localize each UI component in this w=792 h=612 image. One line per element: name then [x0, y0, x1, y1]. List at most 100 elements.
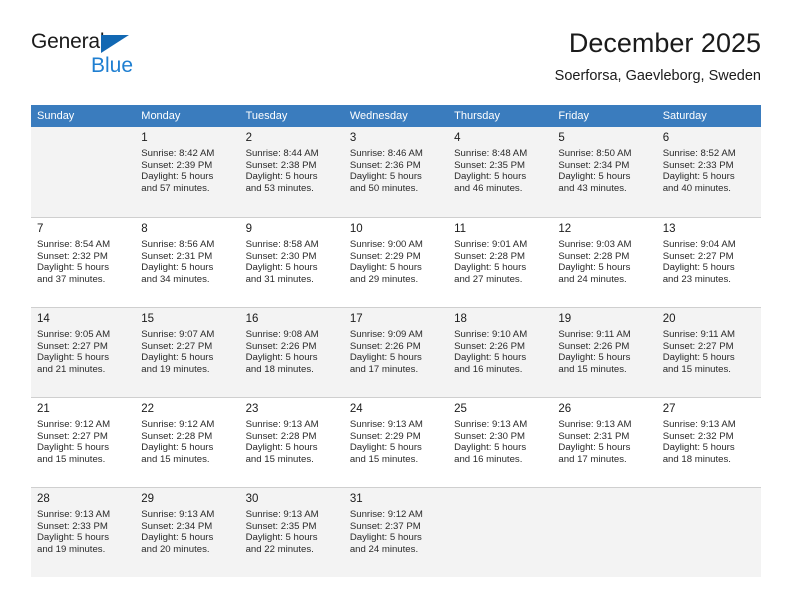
- calendar-day-cell[interactable]: 2 Sunrise: 8:44 AM Sunset: 2:38 PM Daylig…: [239, 127, 344, 217]
- calendar-day-cell[interactable]: 3 Sunrise: 8:46 AM Sunset: 2:36 PM Daylig…: [343, 127, 449, 217]
- day-sun-info: Sunrise: 9:03 AM Sunset: 2:28 PM Dayligh…: [558, 239, 632, 285]
- day-sun-info: Sunrise: 9:12 AM Sunset: 2:37 PM Dayligh…: [349, 509, 423, 555]
- day-cell-content: 24 Sunrise: 9:13 AM Sunset: 2:29 PM Dayli…: [343, 397, 449, 487]
- day-cell-content: 14 Sunrise: 9:05 AM Sunset: 2:27 PM Dayli…: [31, 307, 136, 397]
- calendar-day-cell[interactable]: 28 Sunrise: 9:13 AM Sunset: 2:33 PM Dayli…: [31, 487, 136, 577]
- calendar-day-cell[interactable]: 18 Sunrise: 9:10 AM Sunset: 2:26 PM Dayli…: [448, 307, 553, 397]
- calendar-day-cell[interactable]: 17 Sunrise: 9:09 AM Sunset: 2:26 PM Dayli…: [343, 307, 449, 397]
- day-sun-info: Sunrise: 9:12 AM Sunset: 2:28 PM Dayligh…: [141, 419, 215, 465]
- calendar-header-row: Sunday Monday Tuesday Wednesday Thursday…: [31, 105, 761, 127]
- calendar-day-cell[interactable]: 11 Sunrise: 9:01 AM Sunset: 2:28 PM Dayli…: [448, 217, 553, 307]
- calendar-day-cell[interactable]: 30 Sunrise: 9:13 AM Sunset: 2:35 PM Dayli…: [239, 487, 344, 577]
- calendar-day-cell[interactable]: 8 Sunrise: 8:56 AM Sunset: 2:31 PM Daylig…: [135, 217, 240, 307]
- logo-text-general: General: [31, 30, 105, 53]
- calendar-day-cell[interactable]: 26 Sunrise: 9:13 AM Sunset: 2:31 PM Dayli…: [552, 397, 657, 487]
- day-cell-content: 12 Sunrise: 9:03 AM Sunset: 2:28 PM Dayli…: [552, 217, 657, 307]
- day-sun-info: Sunrise: 9:13 AM Sunset: 2:31 PM Dayligh…: [558, 419, 632, 465]
- day-cell-content: 28 Sunrise: 9:13 AM Sunset: 2:33 PM Dayli…: [31, 487, 136, 577]
- calendar-day-cell[interactable]: 14 Sunrise: 9:05 AM Sunset: 2:27 PM Dayli…: [31, 307, 136, 397]
- weekday-header-tuesday: Tuesday: [239, 105, 344, 127]
- calendar-page: General Blue December 2025 Soerforsa, Ga…: [0, 0, 792, 612]
- day-number: 20: [662, 313, 676, 325]
- weekday-header-sunday: Sunday: [31, 105, 136, 127]
- calendar-day-cell[interactable]: 22 Sunrise: 9:12 AM Sunset: 2:28 PM Dayli…: [135, 397, 240, 487]
- day-sun-info: Sunrise: 9:13 AM Sunset: 2:28 PM Dayligh…: [245, 419, 319, 465]
- day-cell-content: 25 Sunrise: 9:13 AM Sunset: 2:30 PM Dayli…: [448, 397, 553, 487]
- calendar-day-cell[interactable]: 24 Sunrise: 9:13 AM Sunset: 2:29 PM Dayli…: [343, 397, 449, 487]
- day-sun-info: Sunrise: 9:00 AM Sunset: 2:29 PM Dayligh…: [349, 239, 423, 285]
- calendar-day-cell[interactable]: 31 Sunrise: 9:12 AM Sunset: 2:37 PM Dayli…: [343, 487, 449, 577]
- page-header: General Blue December 2025 Soerforsa, Ga…: [31, 26, 761, 98]
- day-number: 7: [37, 223, 44, 235]
- day-cell-content: [31, 127, 135, 217]
- weekday-header-thursday: Thursday: [448, 105, 553, 127]
- calendar-day-cell[interactable]: 12 Sunrise: 9:03 AM Sunset: 2:28 PM Dayli…: [552, 217, 657, 307]
- calendar-day-cell[interactable]: 16 Sunrise: 9:08 AM Sunset: 2:26 PM Dayli…: [239, 307, 344, 397]
- calendar-day-cell[interactable]: 20 Sunrise: 9:11 AM Sunset: 2:27 PM Dayli…: [656, 307, 761, 397]
- day-cell-content: 5 Sunrise: 8:50 AM Sunset: 2:34 PM Daylig…: [552, 127, 656, 217]
- day-cell-content: 22 Sunrise: 9:12 AM Sunset: 2:28 PM Dayli…: [135, 397, 240, 487]
- calendar-day-cell[interactable]: 29 Sunrise: 9:13 AM Sunset: 2:34 PM Dayli…: [135, 487, 240, 577]
- day-cell-content: 15 Sunrise: 9:07 AM Sunset: 2:27 PM Dayli…: [135, 307, 240, 397]
- calendar-day-cell[interactable]: 23 Sunrise: 9:13 AM Sunset: 2:28 PM Dayli…: [239, 397, 344, 487]
- calendar-day-cell[interactable]: 6 Sunrise: 8:52 AM Sunset: 2:33 PM Daylig…: [656, 127, 761, 217]
- generalblue-logo[interactable]: General Blue: [31, 30, 231, 86]
- calendar-day-cell[interactable]: 7 Sunrise: 8:54 AM Sunset: 2:32 PM Daylig…: [31, 217, 136, 307]
- day-cell-content: 8 Sunrise: 8:56 AM Sunset: 2:31 PM Daylig…: [135, 217, 240, 307]
- day-number: 19: [558, 313, 572, 325]
- day-number: 14: [37, 313, 50, 325]
- calendar-day-cell[interactable]: 4 Sunrise: 8:48 AM Sunset: 2:35 PM Daylig…: [448, 127, 553, 217]
- calendar-day-cell[interactable]: 5 Sunrise: 8:50 AM Sunset: 2:34 PM Daylig…: [552, 127, 657, 217]
- day-cell-content: 18 Sunrise: 9:10 AM Sunset: 2:26 PM Dayli…: [448, 307, 553, 397]
- day-number: 6: [662, 132, 670, 144]
- calendar-day-cell[interactable]: 21 Sunrise: 9:12 AM Sunset: 2:27 PM Dayli…: [31, 397, 136, 487]
- day-cell-content: 10 Sunrise: 9:00 AM Sunset: 2:29 PM Dayli…: [343, 217, 449, 307]
- weekday-header-friday: Friday: [552, 105, 657, 127]
- day-cell-content: 1 Sunrise: 8:42 AM Sunset: 2:39 PM Daylig…: [135, 127, 239, 217]
- day-number: 3: [349, 132, 357, 144]
- calendar-week-row: 1 Sunrise: 8:42 AM Sunset: 2:39 PM Daylig…: [31, 127, 761, 217]
- day-number: 24: [349, 403, 363, 415]
- day-number: 31: [349, 493, 363, 505]
- day-cell-content: 4 Sunrise: 8:48 AM Sunset: 2:35 PM Daylig…: [448, 127, 552, 217]
- calendar-day-cell-empty: [656, 487, 761, 577]
- day-number: 1: [141, 132, 148, 144]
- day-number: 4: [454, 132, 461, 144]
- calendar-day-cell[interactable]: 25 Sunrise: 9:13 AM Sunset: 2:30 PM Dayli…: [448, 397, 553, 487]
- calendar-day-cell[interactable]: 1 Sunrise: 8:42 AM Sunset: 2:39 PM Daylig…: [135, 127, 240, 217]
- day-cell-content: 19 Sunrise: 9:11 AM Sunset: 2:26 PM Dayli…: [552, 307, 657, 397]
- day-sun-info: Sunrise: 9:09 AM Sunset: 2:26 PM Dayligh…: [349, 329, 423, 375]
- day-number: 27: [662, 403, 676, 415]
- calendar-day-cell[interactable]: 10 Sunrise: 9:00 AM Sunset: 2:29 PM Dayli…: [343, 217, 449, 307]
- day-sun-info: Sunrise: 8:54 AM Sunset: 2:32 PM Dayligh…: [37, 239, 111, 285]
- calendar-day-cell-empty: [552, 487, 657, 577]
- calendar-week-row: 21 Sunrise: 9:12 AM Sunset: 2:27 PM Dayli…: [31, 397, 761, 487]
- blue-triangle-icon: [101, 35, 129, 53]
- calendar-day-cell[interactable]: 9 Sunrise: 8:58 AM Sunset: 2:30 PM Daylig…: [239, 217, 344, 307]
- calendar-day-cell[interactable]: 15 Sunrise: 9:07 AM Sunset: 2:27 PM Dayli…: [135, 307, 240, 397]
- calendar-week-row: 28 Sunrise: 9:13 AM Sunset: 2:33 PM Dayli…: [31, 487, 761, 577]
- day-number: 9: [245, 223, 252, 235]
- day-cell-content: 26 Sunrise: 9:13 AM Sunset: 2:31 PM Dayli…: [552, 397, 657, 487]
- day-number: 23: [245, 403, 259, 415]
- calendar-day-cell[interactable]: 27 Sunrise: 9:13 AM Sunset: 2:32 PM Dayli…: [656, 397, 761, 487]
- day-number: 5: [558, 132, 565, 144]
- day-cell-content: 11 Sunrise: 9:01 AM Sunset: 2:28 PM Dayli…: [448, 217, 553, 307]
- day-cell-content: 13 Sunrise: 9:04 AM Sunset: 2:27 PM Dayli…: [656, 217, 761, 307]
- day-sun-info: Sunrise: 9:13 AM Sunset: 2:35 PM Dayligh…: [245, 509, 319, 555]
- day-number: 21: [37, 403, 50, 415]
- day-sun-info: Sunrise: 8:56 AM Sunset: 2:31 PM Dayligh…: [141, 239, 215, 285]
- day-cell-content: 27 Sunrise: 9:13 AM Sunset: 2:32 PM Dayli…: [656, 397, 761, 487]
- weekday-header-wednesday: Wednesday: [343, 105, 449, 127]
- calendar-day-cell[interactable]: 19 Sunrise: 9:11 AM Sunset: 2:26 PM Dayli…: [552, 307, 657, 397]
- day-number: 18: [454, 313, 467, 325]
- day-number: 8: [141, 223, 148, 235]
- day-sun-info: Sunrise: 9:11 AM Sunset: 2:27 PM Dayligh…: [662, 329, 736, 375]
- day-sun-info: Sunrise: 8:58 AM Sunset: 2:30 PM Dayligh…: [245, 239, 319, 285]
- day-sun-info: Sunrise: 9:01 AM Sunset: 2:28 PM Dayligh…: [454, 239, 528, 285]
- day-sun-info: Sunrise: 9:04 AM Sunset: 2:27 PM Dayligh…: [662, 239, 736, 285]
- day-number: 11: [454, 223, 467, 235]
- day-cell-content: 30 Sunrise: 9:13 AM Sunset: 2:35 PM Dayli…: [239, 487, 344, 577]
- calendar-day-cell[interactable]: 13 Sunrise: 9:04 AM Sunset: 2:27 PM Dayli…: [656, 217, 761, 307]
- day-sun-info: Sunrise: 9:08 AM Sunset: 2:26 PM Dayligh…: [245, 329, 319, 375]
